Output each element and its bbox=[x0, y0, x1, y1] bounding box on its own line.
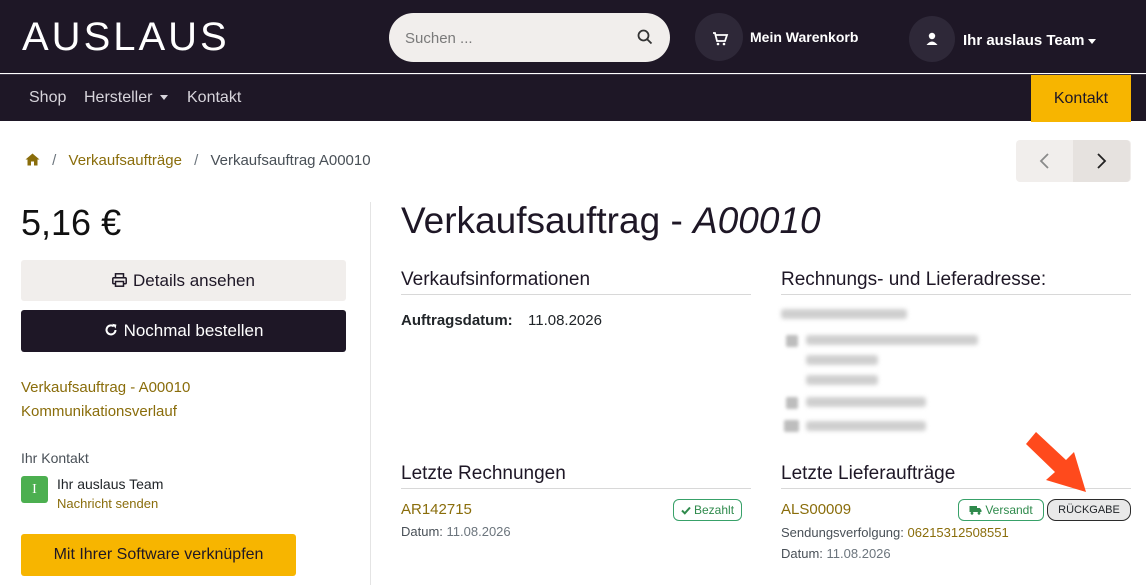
paid-badge: Bezahlt bbox=[673, 499, 743, 521]
chevron-right-icon bbox=[1097, 153, 1107, 169]
chevron-left-icon bbox=[1039, 153, 1049, 169]
reorder-button[interactable]: Nochmal bestellen bbox=[21, 310, 346, 352]
order-total: 5,16 € bbox=[21, 202, 122, 243]
redacted-city bbox=[806, 355, 878, 365]
main-navigation: Shop Hersteller Kontakt Kontakt bbox=[0, 74, 1146, 122]
contact-name: Ihr auslaus Team bbox=[57, 476, 164, 492]
check-icon bbox=[681, 506, 691, 515]
sidebar-link-history[interactable]: Kommunikationsverlauf bbox=[21, 403, 177, 420]
order-date-label: Auftragsdatum: bbox=[401, 312, 513, 329]
breadcrumb: / Verkaufsaufträge / Verkaufsauftrag A00… bbox=[25, 152, 371, 169]
search-input[interactable] bbox=[405, 27, 625, 49]
truck-icon bbox=[969, 506, 982, 515]
invoices-heading: Letzte Rechnungen bbox=[401, 463, 566, 484]
shipped-badge: Versandt bbox=[958, 499, 1044, 521]
contact-section-title: Ihr Kontakt bbox=[21, 450, 89, 466]
account-menu-label: Ihr auslaus Team bbox=[963, 32, 1085, 49]
delivery-date-value: 11.08.2026 bbox=[826, 546, 891, 561]
delivery-date-label: Datum: bbox=[781, 546, 823, 561]
next-record-button[interactable] bbox=[1073, 140, 1130, 182]
cart-icon bbox=[713, 32, 729, 46]
chevron-down-icon bbox=[1088, 38, 1097, 44]
connect-software-button[interactable]: Mit Ihrer Software verknüpfen bbox=[21, 534, 296, 576]
user-avatar[interactable] bbox=[909, 16, 955, 62]
home-icon[interactable] bbox=[25, 153, 40, 166]
address-heading: Rechnungs- und Lieferadresse: bbox=[781, 269, 1047, 290]
invoice-date-label: Datum: bbox=[401, 524, 443, 539]
redacted-street bbox=[806, 335, 978, 345]
search-box[interactable] bbox=[389, 13, 670, 62]
tracking-info: Sendungsverfolgung: 06215312508551 bbox=[781, 525, 1009, 540]
phone-icon bbox=[786, 397, 798, 409]
sidebar-link-order[interactable]: Verkaufsauftrag - A00010 bbox=[21, 379, 190, 396]
search-icon[interactable] bbox=[637, 29, 653, 45]
cart-button[interactable] bbox=[695, 13, 743, 61]
contact-cta-button[interactable]: Kontakt bbox=[1031, 75, 1131, 122]
delivery-link[interactable]: ALS00009 bbox=[781, 501, 851, 518]
shipped-badge-label: Versandt bbox=[985, 503, 1033, 517]
redacted-email bbox=[806, 421, 926, 431]
refresh-icon bbox=[105, 323, 117, 336]
divider bbox=[401, 488, 751, 489]
divider bbox=[781, 294, 1131, 295]
annotation-arrow-icon bbox=[1026, 432, 1086, 492]
user-icon bbox=[926, 32, 938, 45]
column-divider bbox=[370, 202, 371, 585]
nav-item-hersteller-label: Hersteller bbox=[84, 89, 153, 106]
send-message-link[interactable]: Nachricht senden bbox=[57, 496, 158, 511]
page-title-number: A00010 bbox=[693, 200, 821, 241]
envelope-icon bbox=[784, 420, 799, 432]
breadcrumb-separator: / bbox=[52, 152, 57, 169]
nav-item-kontakt[interactable]: Kontakt bbox=[187, 89, 241, 107]
tracking-label: Sendungsverfolgung: bbox=[781, 525, 904, 540]
chevron-down-icon bbox=[160, 95, 169, 101]
contact-avatar: I bbox=[21, 476, 48, 503]
divider bbox=[401, 294, 751, 295]
sales-info-heading: Verkaufsinformationen bbox=[401, 269, 591, 290]
invoice-date-value: 11.08.2026 bbox=[446, 524, 511, 539]
logo-text: AUSLAUS bbox=[22, 15, 230, 56]
top-header: AUSLAUS Mein Warenkorb Ihr auslaus Team bbox=[0, 0, 1146, 73]
redacted-phone bbox=[806, 397, 926, 407]
cart-label[interactable]: Mein Warenkorb bbox=[750, 29, 858, 45]
return-button[interactable]: RÜCKGABE bbox=[1047, 499, 1131, 521]
nav-item-hersteller[interactable]: Hersteller bbox=[84, 89, 169, 107]
tracking-number-link[interactable]: 06215312508551 bbox=[908, 525, 1009, 540]
breadcrumb-separator: / bbox=[194, 152, 199, 169]
deliveries-heading: Letzte Lieferaufträge bbox=[781, 463, 956, 484]
view-details-button[interactable]: Details ansehen bbox=[21, 260, 346, 301]
view-details-label: Details ansehen bbox=[133, 271, 255, 290]
paid-badge-label: Bezahlt bbox=[694, 503, 735, 517]
map-marker-icon bbox=[786, 335, 798, 347]
account-menu[interactable]: Ihr auslaus Team bbox=[963, 32, 1097, 49]
page-title-prefix: Verkaufsauftrag - bbox=[401, 200, 694, 241]
invoice-link[interactable]: AR142715 bbox=[401, 501, 472, 518]
breadcrumb-current: Verkaufsauftrag A00010 bbox=[210, 152, 371, 169]
order-date-value: 11.08.2026 bbox=[528, 312, 602, 329]
invoice-date: Datum: 11.08.2026 bbox=[401, 524, 511, 539]
auslaus-logo[interactable]: AUSLAUS bbox=[22, 14, 246, 56]
reorder-label: Nochmal bestellen bbox=[123, 321, 264, 340]
delivery-date: Datum: 11.08.2026 bbox=[781, 546, 891, 561]
nav-item-shop[interactable]: Shop bbox=[29, 89, 66, 107]
redacted-name bbox=[781, 309, 907, 319]
record-pager bbox=[1016, 140, 1131, 182]
page-title: Verkaufsauftrag - A00010 bbox=[401, 200, 821, 242]
print-icon bbox=[112, 273, 127, 287]
redacted-country bbox=[806, 375, 878, 385]
breadcrumb-sales-orders[interactable]: Verkaufsaufträge bbox=[69, 152, 182, 169]
previous-record-button[interactable] bbox=[1016, 140, 1073, 182]
